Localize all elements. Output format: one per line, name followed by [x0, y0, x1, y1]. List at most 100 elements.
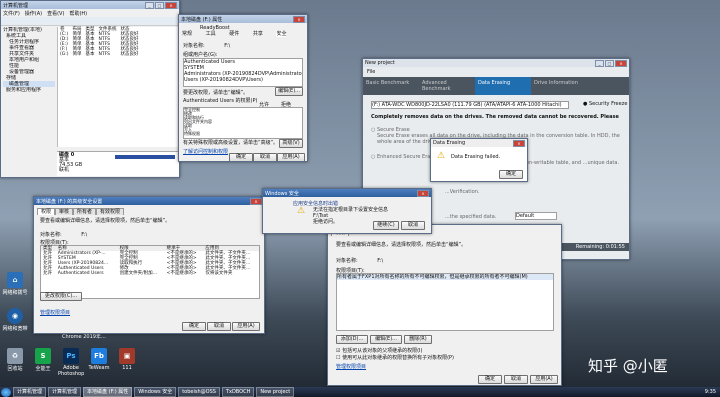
volume-row[interactable]: (G:) 简单 基本 NTFS 状态良好 — [58, 52, 141, 57]
desktop-icon-broadband[interactable]: ◉ 网络和宽带 — [2, 308, 28, 332]
desktop-icon-teweam[interactable]: Fb TeWeam — [86, 348, 112, 371]
drive-selector[interactable]: (F:) ATA-WDC WD800JD-22LSA0 (111.79 GB) … — [371, 101, 569, 109]
menu-file[interactable]: File — [367, 69, 375, 75]
ok-button[interactable]: 确定 — [499, 170, 523, 179]
tab-tools[interactable]: 工具 — [206, 31, 216, 37]
tab-hardware[interactable]: 硬件 — [229, 31, 239, 37]
advanced-button[interactable]: 高级(V) — [279, 139, 303, 148]
close-button[interactable]: × — [513, 139, 525, 147]
menu-file[interactable]: 文件(F) — [3, 10, 20, 17]
maximize-button[interactable]: □ — [155, 1, 164, 9]
manage-link[interactable]: 管理权限项目 — [40, 309, 70, 316]
tab-data-erasing[interactable]: Data Erasing — [475, 77, 531, 95]
edit-hint: 要更改权限，请单击“编辑”。 — [183, 90, 249, 96]
cancel-button[interactable]: 取消 — [207, 322, 231, 331]
apply-button[interactable]: 应用(A) — [232, 322, 260, 331]
close-button[interactable]: × — [250, 197, 262, 205]
tree-services[interactable]: 服务和应用程序 — [3, 87, 55, 93]
taskbar-item[interactable]: 计算机管理 — [48, 387, 82, 397]
title-bar: 本地磁盘 (F:) 属性 × — [179, 15, 307, 23]
warning-icon: ⚠ — [297, 206, 306, 216]
desktop-icon-quanneng[interactable]: S 全能王 — [30, 348, 56, 372]
close-button[interactable]: × — [417, 189, 429, 197]
permission-list[interactable]: 所有者属于FXP1对所有名称的所有不可编辑权限，但是继承权限的所有者不可编辑(M… — [336, 273, 554, 331]
tab-strip: 权限 审核 所有者 有效权限 — [37, 208, 125, 215]
erase-warning: Completely removes data on the drives. T… — [371, 114, 621, 120]
security-status: ● Security Freeze — [583, 101, 628, 107]
tab-effective[interactable]: 有效权限 — [96, 208, 125, 215]
table-row[interactable]: 允许 Authenticated Users 创建文件夹/附加... <不是继承的> 仅… — [41, 271, 259, 276]
change-permissions-button[interactable]: 更改权限(C)... — [40, 292, 82, 301]
data-erasing-dialog: Data Erasing × ⚠ Data Erasing failed. 确定 — [430, 138, 528, 182]
object-label: 对象名称: F:\ — [40, 232, 88, 238]
manage-link[interactable]: 管理权限项目 — [336, 363, 366, 370]
menu-view[interactable]: 查看(V) — [47, 10, 64, 17]
partition-bar[interactable] — [115, 155, 175, 159]
desktop-icon-recycle-bin[interactable]: ♻ 回收站 — [2, 348, 28, 372]
taskbar-item[interactable]: 计算机管理 — [13, 387, 47, 397]
tab-advanced-benchmark[interactable]: Advanced Benchmark — [419, 77, 475, 95]
close-button[interactable]: × — [293, 15, 305, 23]
tab-drive-information[interactable]: Drive Information — [531, 77, 587, 95]
advanced-security-window: 本地磁盘 (F:) 的高级安全设置 × 权限 审核 所有者 有效权限 要查看或编辑… — [33, 196, 265, 334]
drive-properties-window: 本地磁盘 (F:) 属性 × ReadyBoost 常规 工具 硬件 共享 安全 … — [178, 14, 308, 162]
edit-button[interactable]: 编辑(E)... — [275, 87, 303, 96]
delete-button[interactable]: 删除(R) — [404, 335, 432, 344]
hint-text: 要查看或编辑详细信息，请选择权限项，然后单击“编辑”。 — [336, 242, 467, 248]
list-item[interactable]: Users (XP-20190824DVP\Users) — [184, 77, 302, 83]
lock-icon: ● — [583, 101, 588, 107]
close-button[interactable]: × — [165, 1, 177, 9]
taskbar-item[interactable]: 本地磁盘 (F:) 属性 — [83, 387, 133, 397]
continue-button[interactable]: 继续(C) — [373, 221, 399, 230]
ok-button[interactable]: 确定 — [182, 322, 206, 331]
tab-permissions[interactable]: 权限 — [37, 208, 56, 215]
watermark: 知乎 @小匿 — [588, 357, 668, 375]
clock[interactable]: 9:35 — [705, 389, 716, 395]
cancel-button[interactable]: 取消 — [253, 153, 277, 161]
ok-button[interactable]: 确定 — [478, 375, 502, 384]
tab-auditing[interactable]: 审核 — [55, 208, 74, 215]
replace-checkbox[interactable]: ☐ 使用可从此对象继承的权限替换所有子对象权限(P) — [336, 354, 454, 361]
specified-data-text: ...the specified data. — [445, 214, 497, 220]
tab-general[interactable]: 常规 — [182, 31, 192, 37]
title-bar: Data Erasing × — [431, 139, 527, 147]
taskbar-item[interactable]: TxDBOCH — [221, 387, 255, 397]
desktop-icon-photoshop[interactable]: Ps Adobe Photoshop — [58, 348, 84, 377]
add-button[interactable]: 添加(D)... — [336, 335, 368, 344]
mode-select[interactable]: Default — [515, 212, 557, 220]
menu-help[interactable]: 帮助(H) — [69, 10, 87, 17]
list-item[interactable]: 所有者属于FXP1对所有名称的所有不可编辑权限，但是继承权限的所有者不可编辑(M… — [337, 274, 553, 280]
toolbar — [1, 17, 179, 26]
taskbar-item[interactable]: Windows 安全 — [134, 387, 177, 397]
maximize-button[interactable]: □ — [605, 59, 614, 67]
minimize-button[interactable]: _ — [595, 59, 604, 67]
close-button[interactable]: × — [615, 59, 627, 67]
desktop-icon-network[interactable]: ⌂ 网络和拨号 — [2, 272, 28, 296]
edit-button[interactable]: 编辑(E)... — [370, 335, 402, 344]
minimize-button[interactable]: _ — [145, 1, 154, 9]
tab-security[interactable]: 安全 — [276, 31, 287, 37]
volume-list: 卷布局 类型 文件系统 状态 (C:) 简单 基本 NTFS 状态良好 (D:) 简单 基本 NTF… — [57, 27, 179, 147]
ok-button[interactable]: 确定 — [229, 153, 253, 161]
taskbar-item[interactable]: tobeish@OSS — [178, 387, 220, 397]
desktop-icon-111[interactable]: ▣ 111 — [114, 348, 140, 371]
apply-button[interactable]: 应用(A) — [277, 153, 305, 161]
apply-button[interactable]: 应用(A) — [530, 375, 558, 384]
nav-tree: 计算机管理(本地) 系统工具 任务计划程序 事件查看器 共享文件夹 本地用户和组… — [3, 27, 55, 93]
disk-0-panel[interactable]: 磁盘 0 基本 74.53 GB 联机 — [57, 151, 179, 176]
tab-basic-benchmark[interactable]: Basic Benchmark — [363, 77, 419, 95]
disk-status: 联机 — [59, 167, 70, 173]
chrome-label: Chrome 2019年... — [62, 334, 106, 340]
hint-text: 要查看或编辑详细信息，请选择权限项，然后单击“编辑”。 — [40, 218, 171, 224]
tab-sharing[interactable]: 共享 — [253, 31, 263, 37]
inherit-checkbox[interactable]: ☑ 包括可从该对象的父项继承的权限(I) — [336, 347, 422, 354]
cancel-button[interactable]: 取消 — [401, 221, 425, 230]
user-list[interactable]: Authenticated Users SYSTEM Administrator… — [183, 58, 303, 87]
taskbar-item[interactable]: New project — [256, 387, 295, 397]
start-button[interactable] — [1, 387, 11, 397]
perm-for-label: Authenticated Users 的权限(P) — [183, 98, 258, 104]
tab-owner[interactable]: 所有者 — [73, 208, 97, 215]
menu-action[interactable]: 操作(A) — [25, 10, 42, 17]
access-control-link[interactable]: 了解访问控制和权限 — [183, 148, 228, 155]
cancel-button[interactable]: 取消 — [504, 375, 528, 384]
